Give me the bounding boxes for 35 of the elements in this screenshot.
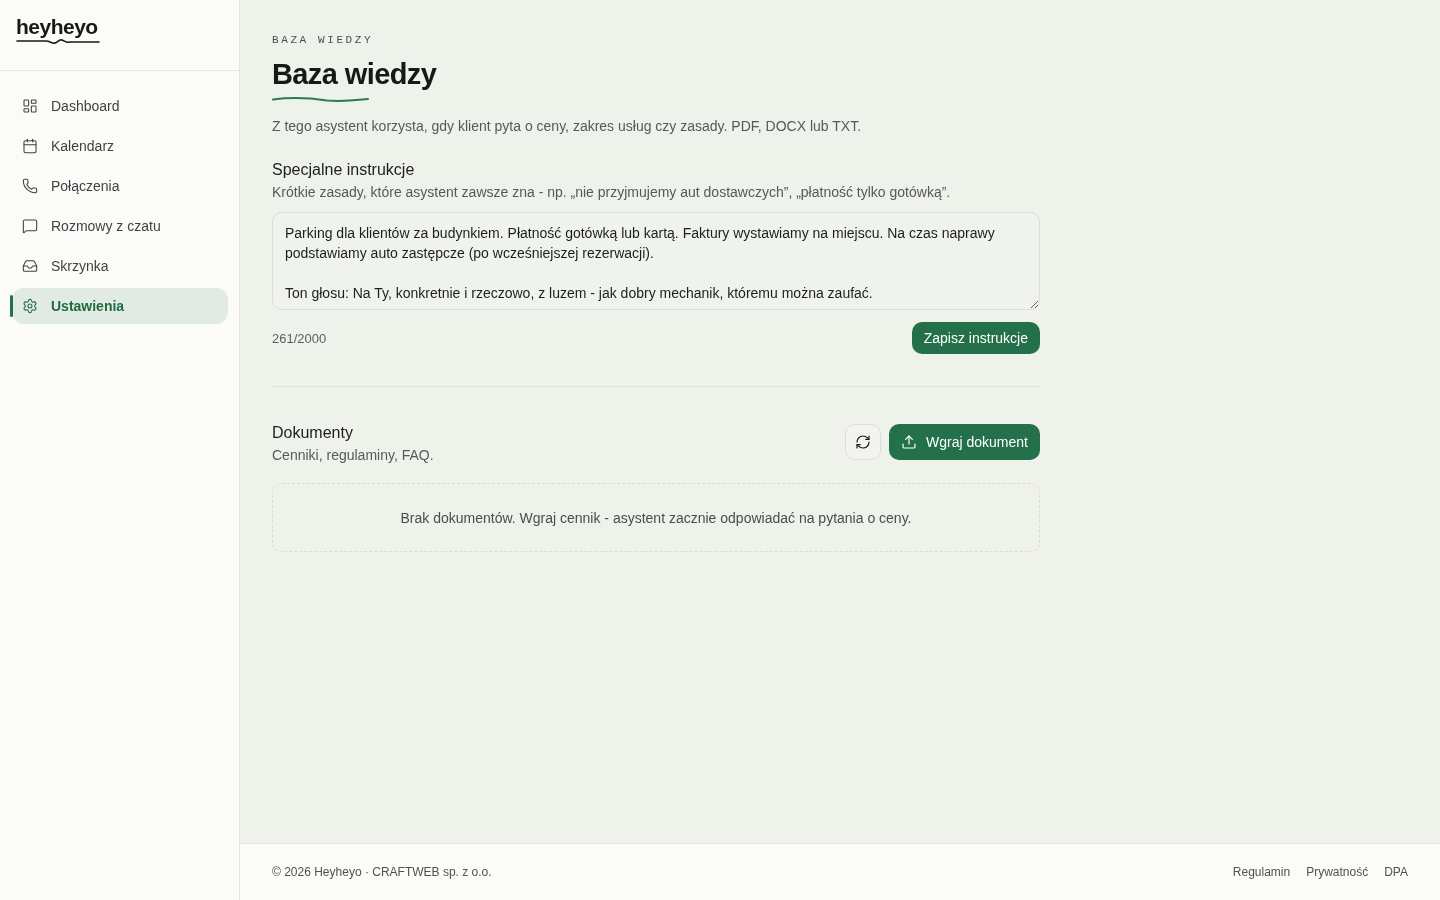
- section-title: Dokumenty: [272, 423, 354, 443]
- refresh-icon: [855, 434, 872, 450]
- nav-item[interactable]: Ustawienia: [12, 288, 228, 324]
- nav-item[interactable]: Kalendarz: [12, 128, 228, 164]
- upload-button[interactable]: Wgraj dokument: [889, 424, 1040, 460]
- section-hint: Cenniki, regulaminy, FAQ.: [272, 446, 434, 464]
- phone-icon: [22, 178, 38, 194]
- nav-item[interactable]: Rozmowy z czatu: [12, 208, 228, 244]
- wave-icon: [272, 96, 369, 103]
- save-button[interactable]: Zapisz instrukcje: [911, 322, 1040, 354]
- section-title: Specjalne instrukcje: [272, 160, 416, 180]
- section-hint: Krótkie zasady, które asystent zawsze zna - np. „nie przyjmujemy aut dostawczych”, „płatność tylko gotówką”.: [272, 183, 952, 201]
- logo-text: heyheyo: [16, 16, 98, 38]
- settings-icon: [22, 298, 38, 314]
- upload-icon: [901, 434, 918, 450]
- page-eyebrow: BAZA WIEDZY: [272, 34, 375, 47]
- page-description: Z tego asystent korzysta, gdy klient pyta o ceny, zakres usług czy zasady. PDF, DOCX lub TXT.: [272, 117, 863, 135]
- nav-item[interactable]: Skrzynka: [12, 248, 228, 284]
- chat-bubble-icon: [22, 218, 38, 234]
- footer-link[interactable]: DPA: [1384, 865, 1408, 879]
- empty-message: Brak dokumentów. Wgraj cennik - asystent zacznie odpowiadać na pytania o ceny.: [400, 509, 912, 526]
- copyright-text: © 2026 Heyheyo · CRAFTWEB sp. z o.o.: [272, 865, 492, 879]
- calendar-icon: [22, 138, 38, 154]
- wave-icon: [16, 38, 100, 45]
- footer-link[interactable]: Regulamin: [1232, 865, 1291, 879]
- inbox-icon: [22, 258, 38, 274]
- instructions-field[interactable]: Parking dla klientów za budynkiem. Płatność gotówką lub kartą. Faktury wystawiamy na miejscu. Na czas naprawy podstawiamy auto zastępcze (po wcześniejszej rezerwacji). Ton głosu: Na Ty, konkretnie i rzeczowo, z luzem - jak dobry mechanik, któremu można zaufać.: [272, 212, 1040, 310]
- active-indicator: [10, 295, 13, 317]
- character-counter: 261/2000: [272, 330, 327, 346]
- dashboard-icon: [22, 98, 38, 114]
- nav-item[interactable]: Połączenia: [12, 168, 228, 204]
- nav-item[interactable]: Dashboard: [12, 88, 228, 124]
- refresh-button[interactable]: [845, 424, 882, 460]
- footer-link[interactable]: Prywatność: [1306, 865, 1369, 879]
- page-title: Baza wiedzy: [272, 57, 438, 91]
